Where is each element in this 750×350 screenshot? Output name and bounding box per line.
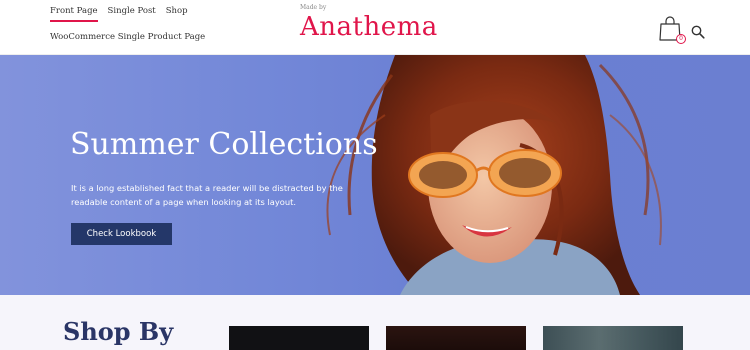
search-icon	[691, 25, 705, 39]
nav-item-front-page[interactable]: Front Page	[50, 6, 98, 22]
site-logo[interactable]: Made by Anathema	[300, 4, 450, 42]
category-tile-1[interactable]	[229, 326, 369, 350]
brand-name: Anathema	[300, 12, 438, 42]
category-tile-2[interactable]	[386, 326, 526, 350]
shop-by-section: Shop By	[0, 295, 750, 350]
site-header: Front Page Single Post Shop WooCommerce …	[0, 0, 750, 55]
nav-item-shop[interactable]: Shop	[166, 6, 188, 17]
nav-item-woocommerce-product[interactable]: WooCommerce Single Product Page	[50, 32, 205, 43]
hero-description: It is a long established fact that a rea…	[71, 183, 343, 207]
nav-row-secondary: WooCommerce Single Product Page	[50, 32, 205, 43]
cart-count-badge: 0	[676, 34, 686, 44]
nav-row-primary: Front Page Single Post Shop	[50, 6, 205, 22]
main-nav: Front Page Single Post Shop WooCommerce …	[50, 6, 205, 43]
hero-title: Summer Collections	[70, 127, 378, 162]
category-tile-3[interactable]	[543, 326, 683, 350]
nav-item-single-post[interactable]: Single Post	[108, 6, 156, 17]
check-lookbook-button[interactable]: Check Lookbook	[71, 223, 172, 245]
brand-made-by: Made by	[300, 4, 327, 11]
cart-button[interactable]: 0	[659, 16, 686, 44]
shop-by-title: Shop By	[63, 317, 174, 346]
hero-banner: Summer Collections It is a long establis…	[0, 55, 750, 295]
search-button[interactable]	[691, 24, 705, 39]
hero-model-image	[326, 55, 662, 295]
